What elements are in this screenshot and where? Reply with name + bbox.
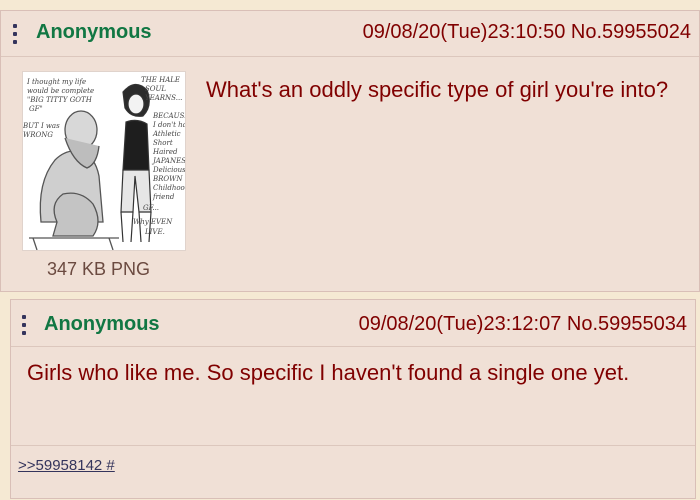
op-post: Anonymous 09/08/20(Tue)23:10:50 No.59955…	[0, 10, 700, 292]
svg-text:I thought my life: I thought my life	[26, 78, 86, 86]
svg-text:"BIG TITTY GOTH: "BIG TITTY GOTH	[27, 96, 93, 104]
svg-text:would be complete: would be complete	[27, 87, 94, 95]
op-post-header: Anonymous 09/08/20(Tue)23:10:50 No.59955…	[1, 11, 699, 57]
svg-text:SOUL: SOUL	[145, 85, 166, 93]
svg-text:Athletic: Athletic	[152, 130, 181, 138]
svg-text:BUT I was: BUT I was	[23, 122, 60, 130]
vertical-dots-icon[interactable]	[22, 315, 27, 335]
svg-text:I don't have: I don't have	[152, 121, 185, 129]
svg-text:Why EVEN: Why EVEN	[133, 218, 173, 226]
divider	[11, 445, 695, 446]
op-message: What's an oddly specific type of girl yo…	[206, 77, 669, 102]
svg-text:BECAUSE: BECAUSE	[152, 112, 185, 120]
reply-post-header: Anonymous 09/08/20(Tue)23:12:07 No.59955…	[11, 300, 695, 347]
svg-text:JAPANESE: JAPANESE	[151, 157, 185, 165]
svg-text:Haired: Haired	[152, 148, 178, 156]
svg-text:Childhood: Childhood	[153, 184, 185, 192]
op-poster-name: Anonymous	[36, 21, 152, 43]
svg-text:GF...: GF...	[143, 204, 159, 212]
svg-text:BROWN: BROWN	[152, 175, 183, 183]
op-image-thumbnail[interactable]: I thought my life would be complete "BIG…	[22, 71, 186, 251]
reply-datetime-postnumber[interactable]: 09/08/20(Tue)23:12:07 No.59955034	[359, 313, 687, 336]
svg-text:Delicious: Delicious	[152, 166, 185, 174]
vertical-dots-icon[interactable]	[13, 24, 18, 44]
reply-message: Girls who like me. So specific I haven't…	[27, 360, 630, 385]
op-datetime-postnumber[interactable]: 09/08/20(Tue)23:10:50 No.59955024	[363, 21, 691, 44]
svg-text:THE HALE: THE HALE	[141, 76, 180, 84]
svg-text:Short: Short	[153, 139, 173, 147]
reply-backlink[interactable]: >>59958142 #	[18, 457, 115, 474]
svg-text:WRONG: WRONG	[23, 131, 53, 139]
op-file-info: 347 KB PNG	[47, 259, 151, 279]
svg-text:friend: friend	[152, 193, 175, 201]
reply-poster-name: Anonymous	[44, 313, 160, 335]
comic-drawing: I thought my life would be complete "BIG…	[23, 76, 185, 250]
reply-post: Anonymous 09/08/20(Tue)23:12:07 No.59955…	[10, 299, 696, 499]
svg-text:YEARNS...: YEARNS...	[145, 94, 182, 102]
svg-text:LIVE.: LIVE.	[144, 228, 165, 236]
svg-text:GF": GF"	[29, 105, 43, 113]
